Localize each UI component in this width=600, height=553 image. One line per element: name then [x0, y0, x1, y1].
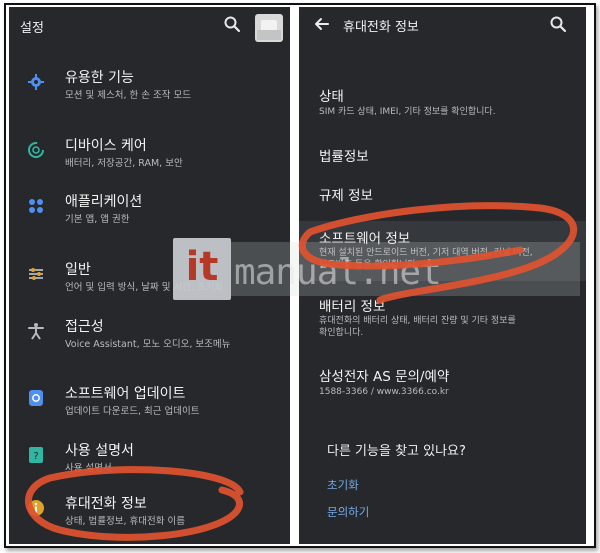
- settings-item-software-update[interactable]: 소프트웨어 업데이트 업데이트 다운로드, 최근 업데이트: [9, 379, 290, 429]
- back-arrow-icon[interactable]: [314, 16, 330, 32]
- settings-item-subtitle: 기본 앱, 앱 권한: [65, 214, 130, 225]
- settings-item-label: 애플리케이션: [65, 194, 143, 210]
- settings-item-subtitle: 배터리, 저장공간, RAM, 보안: [65, 158, 183, 169]
- device-care-icon: [28, 142, 44, 158]
- puzzle-gear-icon: [28, 74, 44, 90]
- looking-for-more-heading: 다른 기능을 찾고 있나요?: [327, 444, 466, 459]
- reset-link[interactable]: 초기화: [327, 477, 359, 493]
- user-manual-icon: ?: [29, 447, 43, 463]
- info-item-subtitle: 휴대전화의 배터리 상태, 배터리 잔량 및 기타 정보를: [319, 316, 516, 326]
- settings-item-label: 접근성: [65, 319, 104, 335]
- info-item-label: 법률정보: [319, 149, 369, 165]
- info-item-label: 상태: [319, 89, 344, 105]
- settings-item-applications[interactable]: 애플리케이션 기본 앱, 앱 권한: [9, 187, 290, 237]
- settings-item-useful-features[interactable]: 유용한 기능 모션 및 제스처, 한 손 조작 모드: [9, 63, 290, 113]
- settings-item-subtitle: 사용 설명서: [65, 463, 112, 474]
- info-item-subtitle: 1588-3366 / www.3366.co.kr: [319, 387, 449, 397]
- info-icon: [28, 500, 44, 516]
- settings-item-device-care[interactable]: 디바이스 케어 배터리, 저장공간, RAM, 보안: [9, 131, 290, 181]
- svg-text:?: ?: [33, 451, 38, 462]
- contact-us-link[interactable]: 문의하기: [327, 504, 369, 520]
- info-item-subtitle: SIM 카드 상태, IMEI, 기타 정보를 확인합니다.: [319, 107, 496, 117]
- settings-item-subtitle: 상태, 법률정보, 휴대전화 이름: [65, 516, 185, 527]
- settings-item-label: 소프트웨어 업데이트: [65, 386, 186, 402]
- info-item-legal[interactable]: 법률정보: [299, 145, 586, 173]
- info-item-battery[interactable]: 배터리 정보 휴대전화의 배터리 상태, 배터리 잔량 및 기타 정보를 확인합…: [299, 295, 586, 347]
- sliders-icon: [29, 268, 43, 280]
- apps-grid-icon: [29, 199, 43, 213]
- info-item-label: 규제 정보: [319, 188, 373, 204]
- settings-item-subtitle: Voice Assistant, 모노 오디오, 보조메뉴: [65, 339, 231, 350]
- info-item-samsung-as[interactable]: 삼성전자 AS 문의/예약 1588-3366 / www.3366.co.kr: [299, 365, 586, 405]
- settings-item-accessibility[interactable]: 접근성 Voice Assistant, 모노 오디오, 보조메뉴: [9, 312, 290, 362]
- watermark-text: manual.net: [234, 252, 442, 293]
- settings-item-subtitle: 업데이트 다운로드, 최근 업데이트: [65, 406, 200, 417]
- search-icon[interactable]: [223, 15, 241, 33]
- avatar[interactable]: [253, 10, 285, 44]
- info-item-status[interactable]: 상태 SIM 카드 상태, IMEI, 기타 정보를 확인합니다.: [299, 85, 586, 125]
- search-icon[interactable]: [549, 15, 567, 33]
- info-item-subtitle-line2: 확인합니다.: [319, 328, 364, 338]
- settings-item-subtitle: 모션 및 제스처, 한 손 조작 모드: [65, 90, 192, 101]
- settings-item-phone-info[interactable]: 휴대전화 정보 상태, 법률정보, 휴대전화 이름: [9, 489, 290, 539]
- page-title: 설정: [20, 21, 44, 36]
- settings-item-label: 사용 설명서: [65, 443, 134, 459]
- info-item-regulatory[interactable]: 규제 정보: [299, 184, 586, 212]
- software-update-icon: [29, 390, 43, 406]
- settings-item-label: 유용한 기능: [65, 70, 134, 86]
- settings-item-user-manual[interactable]: ? 사용 설명서 사용 설명서: [9, 436, 290, 486]
- settings-item-label: 일반: [65, 262, 91, 278]
- watermark-logo: it: [173, 238, 231, 300]
- page-title: 휴대전화 정보: [343, 20, 419, 35]
- watermark-logo-text: it: [185, 244, 219, 290]
- info-item-label: 삼성전자 AS 문의/예약: [319, 369, 450, 385]
- accessibility-icon: [28, 323, 44, 340]
- settings-item-label: 휴대전화 정보: [65, 496, 147, 512]
- info-item-label: 배터리 정보: [319, 299, 386, 315]
- settings-item-label: 디바이스 케어: [65, 138, 147, 154]
